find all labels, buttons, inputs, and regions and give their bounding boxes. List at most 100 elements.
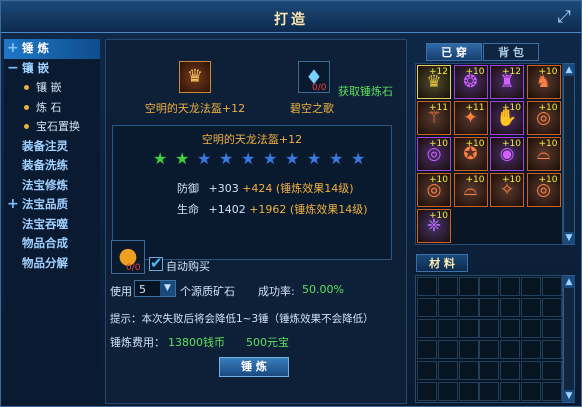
material-slot[interactable] xyxy=(541,382,562,401)
material-slot[interactable] xyxy=(479,382,500,401)
material-slot[interactable] xyxy=(458,340,479,359)
expand-icon[interactable]: + xyxy=(7,39,19,59)
material-slot[interactable] xyxy=(500,340,521,359)
inventory-slot[interactable]: ❂ +10 xyxy=(453,65,488,99)
material-slot[interactable] xyxy=(521,298,541,317)
stone-slot[interactable]: ♦ 0/0 xyxy=(298,61,330,93)
materials-scrollbar[interactable]: ▲ ▼ xyxy=(563,275,575,403)
sidebar-item[interactable]: 镶 嵌 xyxy=(4,78,100,98)
tab-bag[interactable]: 背 包 xyxy=(483,43,539,61)
sidebar-item[interactable]: 法宝修炼 xyxy=(4,176,100,196)
inventory-scrollbar[interactable]: ▲ ▼ xyxy=(563,63,575,245)
material-slot[interactable] xyxy=(417,361,437,380)
sidebar-item[interactable]: 宝石置换 xyxy=(4,117,100,137)
scroll-up-icon[interactable]: ▲ xyxy=(563,276,575,288)
inventory-slot[interactable]: ✋ +10 xyxy=(490,101,524,135)
material-slot[interactable] xyxy=(417,319,437,338)
inventory-slot[interactable]: ◎ +10 xyxy=(417,173,451,207)
close-icon[interactable]: ⤢ xyxy=(553,6,575,28)
material-slot[interactable] xyxy=(458,277,479,296)
scroll-up-icon[interactable]: ▲ xyxy=(563,64,575,76)
sidebar-item[interactable]: 物品分解 xyxy=(4,254,100,274)
material-slot[interactable] xyxy=(458,298,479,317)
material-slot[interactable] xyxy=(458,382,479,401)
material-slot[interactable] xyxy=(479,361,500,380)
material-slot[interactable] xyxy=(458,361,479,380)
inventory-slot[interactable]: ✪ +10 xyxy=(453,137,488,171)
material-slot[interactable] xyxy=(521,319,541,338)
sidebar-item[interactable]: − 镶 嵌 xyxy=(4,59,100,79)
material-slot[interactable] xyxy=(541,277,562,296)
material-slot[interactable] xyxy=(437,298,458,317)
auto-buy-checkbox[interactable]: ✔ xyxy=(149,254,163,272)
equipment-slot[interactable]: ♛ xyxy=(179,61,211,93)
sidebar-item[interactable]: 炼 石 xyxy=(4,98,100,118)
ore-quantity-select[interactable]: 5 ▼ xyxy=(134,280,176,297)
inventory-slot[interactable]: ♞ +10 xyxy=(526,65,561,99)
stone-name: 碧空之歌 xyxy=(290,102,334,115)
inventory-slot[interactable]: ◉ +10 xyxy=(490,137,524,171)
inventory-slot[interactable]: ❈ +10 xyxy=(417,209,451,243)
material-slot[interactable] xyxy=(541,340,562,359)
material-slot[interactable] xyxy=(417,298,437,317)
inventory-slot[interactable]: ⚚ +11 xyxy=(417,101,451,135)
material-slot[interactable] xyxy=(541,361,562,380)
title-bar: 打造 ⤢ xyxy=(1,1,581,33)
sidebar-item[interactable]: 物品合成 xyxy=(4,234,100,254)
inventory-slot[interactable]: ✦ +11 xyxy=(453,101,488,135)
material-slot[interactable] xyxy=(437,382,458,401)
material-slot[interactable] xyxy=(437,340,458,359)
material-slot[interactable] xyxy=(479,277,500,296)
cost-coins: 13800钱币 xyxy=(168,336,225,349)
material-slot[interactable] xyxy=(521,277,541,296)
material-slot[interactable] xyxy=(479,298,500,317)
inventory-slot[interactable]: ⌓ +10 xyxy=(526,137,561,171)
inventory-slot[interactable]: ✧ +10 xyxy=(490,173,524,207)
material-slot[interactable] xyxy=(437,277,458,296)
life-bonus: +1962 (锤炼效果14级) xyxy=(249,203,368,216)
material-slot[interactable] xyxy=(500,298,521,317)
material-slot[interactable] xyxy=(521,361,541,380)
material-slot[interactable] xyxy=(500,361,521,380)
material-slot[interactable] xyxy=(479,319,500,338)
sidebar-item[interactable]: + 法宝品质 xyxy=(4,195,100,215)
inventory-slot[interactable]: ⌓ +10 xyxy=(453,173,488,207)
material-slot[interactable] xyxy=(500,277,521,296)
collapse-icon[interactable]: − xyxy=(7,59,19,79)
material-slot[interactable] xyxy=(541,319,562,338)
sidebar-item[interactable]: 法宝吞噬 xyxy=(4,215,100,235)
expand-icon[interactable]: + xyxy=(7,195,19,215)
material-slot[interactable] xyxy=(437,319,458,338)
get-stone-link[interactable]: 获取锤炼石 xyxy=(338,83,393,99)
material-slot[interactable] xyxy=(458,319,479,338)
chevron-down-icon[interactable]: ▼ xyxy=(160,281,175,296)
sidebar-item[interactable]: + 锤 炼 xyxy=(4,39,100,59)
material-slot[interactable] xyxy=(417,277,437,296)
ore-slot[interactable]: ● 0/0 xyxy=(111,240,145,274)
inventory-slot[interactable]: ♜ +12 xyxy=(490,65,524,99)
inventory-slot[interactable]: ◎ +10 xyxy=(526,101,561,135)
material-slot[interactable] xyxy=(417,382,437,401)
inventory-slot[interactable]: ◎ +10 xyxy=(526,173,561,207)
enhance-level-badge: +10 xyxy=(465,67,485,77)
material-slot[interactable] xyxy=(500,319,521,338)
material-slot[interactable] xyxy=(541,298,562,317)
material-slot[interactable] xyxy=(521,340,541,359)
star-empty-icon: ★ xyxy=(307,149,322,168)
defense-base: +303 xyxy=(208,182,239,195)
sidebar-item[interactable]: 装备注灵 xyxy=(4,137,100,157)
scroll-down-icon[interactable]: ▼ xyxy=(563,232,575,244)
material-slot[interactable] xyxy=(437,361,458,380)
inventory-slot[interactable]: ♛ +12 xyxy=(417,65,451,99)
tab-equipped[interactable]: 已 穿 xyxy=(426,43,482,61)
scroll-down-icon[interactable]: ▼ xyxy=(563,390,575,402)
material-slot[interactable] xyxy=(417,340,437,359)
sidebar-item[interactable]: 装备洗练 xyxy=(4,156,100,176)
material-slot[interactable] xyxy=(479,340,500,359)
enhance-level-badge: +11 xyxy=(429,103,448,113)
inventory-slot[interactable]: ◎ +10 xyxy=(417,137,451,171)
material-slot[interactable] xyxy=(521,382,541,401)
forge-button[interactable]: 锤 炼 xyxy=(219,357,289,377)
material-slot[interactable] xyxy=(500,382,521,401)
tab-materials[interactable]: 材 料 xyxy=(416,254,468,272)
